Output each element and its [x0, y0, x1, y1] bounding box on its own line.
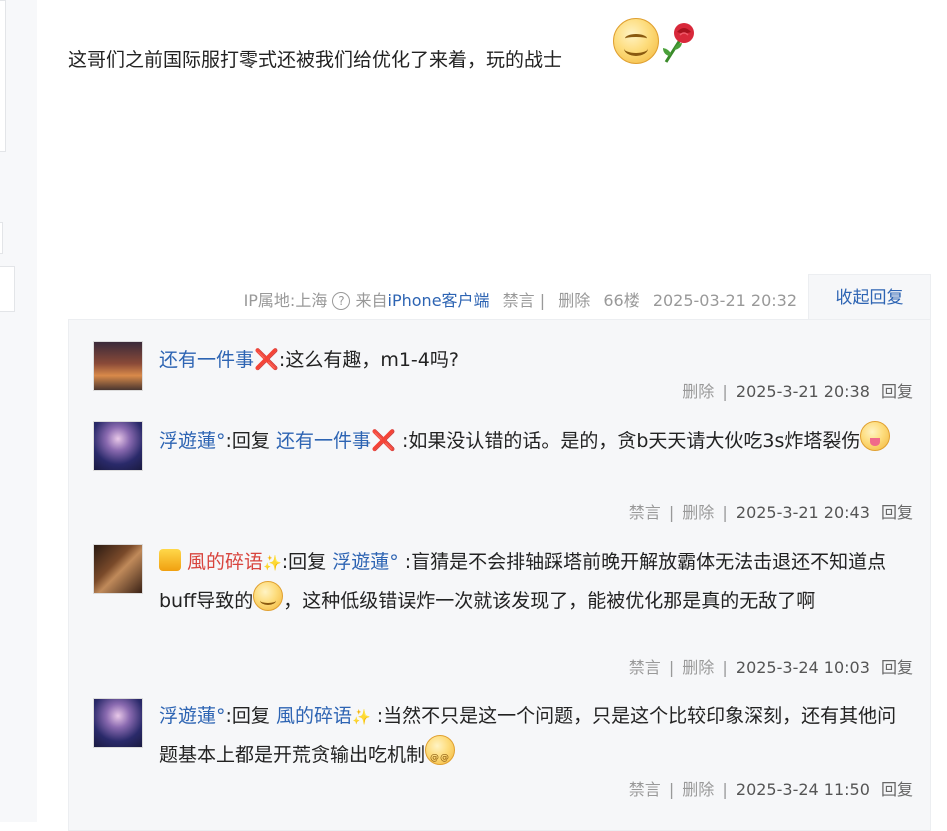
reply-time: 2025-3-21 20:43 [735, 503, 870, 522]
reply-prefix: :回复 [281, 551, 327, 573]
reply-prefix: :回复 [225, 705, 270, 727]
reply-text: 还有一件事❌:这么有趣，m1-4吗? [159, 341, 909, 378]
mute-link[interactable]: 禁言 [503, 291, 535, 310]
floor-number: 66楼 [603, 291, 640, 310]
reply-button[interactable]: 回复 [881, 503, 913, 522]
list-item: 浮遊蓮°:回复 还有一件事❌ :如果没认错的话。是的，贪b天天请大伙吃3s炸塔裂… [93, 421, 913, 531]
collapse-replies-button[interactable]: 收起回复 [808, 274, 931, 321]
delete-link[interactable]: 删除 [682, 503, 714, 522]
rose-emoji-icon [663, 23, 694, 63]
reply-time: 2025-3-24 11:50 [735, 780, 870, 799]
delete-link[interactable]: 删除 [558, 291, 590, 310]
avatar[interactable] [93, 698, 143, 748]
client-link[interactable]: iPhone客户端 [388, 291, 490, 310]
mute-link[interactable]: 禁言 [629, 780, 661, 799]
post-meta: IP属地:上海 ? 来自iPhone客户端 禁言 | 删除 66楼 2025-0… [244, 287, 797, 311]
sidebar-panel [0, 0, 6, 152]
reply-meta: 禁言 | 删除 | 2025-3-21 20:43 回复 [629, 499, 913, 523]
reply-text: 浮遊蓮°:回复 風的碎语✨ :当然不只是这一个问题，只是这个比较印象深刻，还有其… [159, 698, 909, 776]
reply-target-link[interactable]: 浮遊蓮° [332, 551, 399, 573]
reply-body: :如果没认错的话。是的，贪b天天请大伙吃3s炸塔裂伤 [401, 430, 861, 452]
crown-icon [159, 549, 181, 571]
delete-link[interactable]: 删除 [682, 780, 714, 799]
username-link[interactable]: 还有一件事 [159, 349, 254, 371]
mute-link[interactable]: 禁言 [629, 658, 661, 677]
ip-location: IP属地:上海 [243, 291, 328, 310]
separator: | [668, 503, 675, 522]
separator: | [668, 780, 675, 799]
reply-button[interactable]: 回复 [881, 780, 913, 799]
smile-emoji-icon [253, 581, 284, 611]
reply-time: 2025-3-24 10:03 [735, 658, 870, 677]
dizzy-emoji-icon [425, 735, 456, 776]
username-link[interactable]: 風的碎语 [187, 551, 263, 573]
list-item: 浮遊蓮°:回复 風的碎语✨ :当然不只是这一个问题，只是这个比较印象深刻，还有其… [93, 698, 913, 808]
separator: | [539, 291, 546, 310]
separator: | [668, 658, 675, 677]
reply-text: 浮遊蓮°:回复 还有一件事❌ :如果没认错的话。是的，贪b天天请大伙吃3s炸塔裂… [159, 421, 909, 459]
reply-target-link[interactable]: 風的碎语 [276, 705, 352, 727]
tongue-emoji-icon [860, 421, 891, 451]
sidebar-panel [0, 222, 3, 254]
reply-text: 風的碎语✨:回复 浮遊蓮° :盲猜是不会排轴踩塔前晚开解放霸体无法击退还不知道点… [159, 544, 909, 619]
avatar[interactable] [93, 421, 143, 471]
list-item: 还有一件事❌:这么有趣，m1-4吗? 删除 | 2025-3-21 20:38 … [93, 341, 913, 411]
help-icon[interactable]: ? [332, 292, 351, 310]
sidebar-panel [0, 266, 15, 312]
separator: | [722, 382, 728, 401]
reply-target-link[interactable]: 还有一件事 [276, 430, 371, 452]
list-item: 風的碎语✨:回复 浮遊蓮° :盲猜是不会排轴踩塔前晚开解放霸体无法击退还不知道点… [93, 544, 913, 684]
smile-emoji-icon [613, 18, 659, 64]
cross-mark-icon: ❌ [254, 347, 279, 371]
username-link[interactable]: 浮遊蓮° [159, 430, 226, 452]
reply-body: :这么有趣，m1-4吗? [278, 349, 459, 371]
reply-meta: 删除 | 2025-3-21 20:38 回复 [682, 378, 913, 402]
reply-body: :当然不只是这一个问题，只是这个比较印象深刻，还有其他问题基本上都是开荒贪输出吃… [159, 705, 897, 766]
sparkle-icon: ✨ [351, 708, 371, 726]
post-time: 2025-03-21 20:32 [652, 291, 797, 310]
separator: | [722, 780, 728, 799]
reply-prefix: :回复 [225, 430, 270, 452]
avatar[interactable] [93, 341, 143, 391]
from-prefix: 来自 [355, 291, 388, 310]
separator: | [722, 503, 728, 522]
reply-meta: 禁言 | 删除 | 2025-3-24 10:03 回复 [629, 654, 913, 678]
reply-meta: 禁言 | 删除 | 2025-3-24 11:50 回复 [629, 776, 913, 800]
reply-button[interactable]: 回复 [881, 382, 913, 401]
post-content: 这哥们之前国际服打零式还被我们给优化了来着，玩的战士 [68, 49, 563, 71]
reply-list: 还有一件事❌:这么有趣，m1-4吗? 删除 | 2025-3-21 20:38 … [68, 319, 931, 831]
delete-link[interactable]: 删除 [682, 658, 714, 677]
delete-link[interactable]: 删除 [682, 382, 714, 401]
reply-body-continued: ，这种低级错误炸一次就该发现了，能被优化那是真的无敌了啊 [283, 590, 816, 612]
separator: | [722, 658, 728, 677]
mute-link[interactable]: 禁言 [629, 503, 661, 522]
username-link[interactable]: 浮遊蓮° [159, 705, 226, 727]
reply-button[interactable]: 回复 [881, 658, 913, 677]
reply-time: 2025-3-21 20:38 [735, 382, 870, 401]
avatar[interactable] [93, 544, 143, 594]
left-sidebar-strip [0, 0, 37, 822]
cross-mark-icon: ❌ [370, 428, 396, 452]
sparkle-icon: ✨ [263, 554, 282, 572]
